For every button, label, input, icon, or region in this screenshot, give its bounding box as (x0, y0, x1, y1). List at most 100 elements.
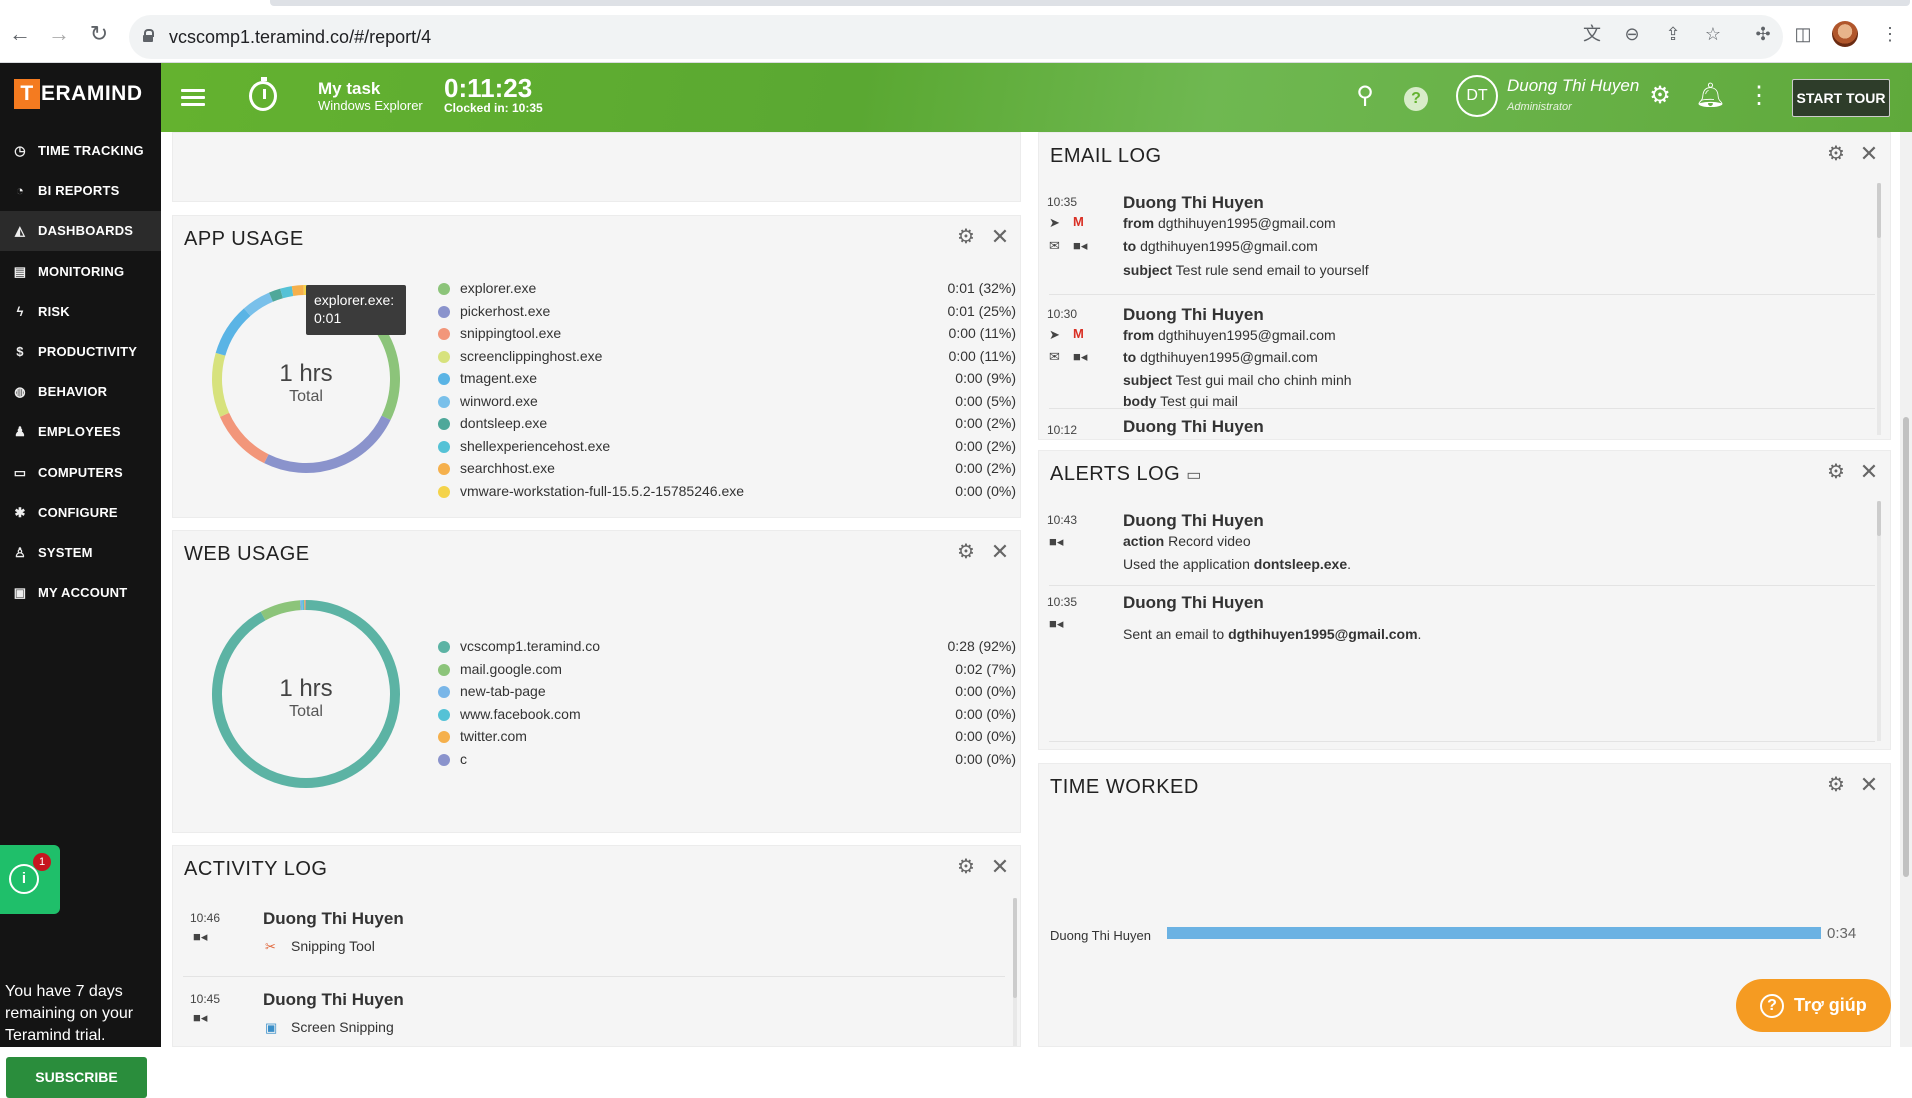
legend-item[interactable]: shellexperiencehost.exe0:00 (2%) (438, 435, 1016, 458)
address-bar[interactable]: vcscomp1.teramind.co/#/report/4 (129, 15, 1783, 59)
entry-user[interactable]: Duong Thi Huyen (1123, 193, 1264, 213)
notification-count: 1 (33, 853, 51, 871)
entry-user[interactable]: Duong Thi Huyen (263, 990, 404, 1010)
scrollbar[interactable] (1013, 898, 1017, 1047)
send-icon: ➤ (1049, 215, 1060, 231)
entry-user[interactable]: Duong Thi Huyen (1123, 593, 1264, 613)
video-icon[interactable]: ■◂ (193, 1010, 207, 1026)
video-icon[interactable]: ■◂ (193, 929, 207, 945)
tab-strip (270, 0, 1910, 6)
sidebar-item-bi-reports[interactable]: ◔BI REPORTS (0, 171, 161, 211)
sidebar-item-computers[interactable]: ▭COMPUTERS (0, 453, 161, 493)
forward-icon[interactable]: → (47, 22, 71, 46)
sidebar-item-label: RISK (38, 304, 70, 319)
legend-item[interactable]: mail.google.com0:02 (7%) (438, 658, 1016, 681)
close-icon[interactable]: ✕ (1859, 775, 1879, 795)
sidebar-item-risk[interactable]: ϟRISK (0, 292, 161, 332)
legend-item[interactable]: vcscomp1.teramind.co0:28 (92%) (438, 635, 1016, 658)
legend-value: 0:00 (0%) (955, 748, 1016, 770)
share-icon[interactable]: ⇪ (1663, 24, 1683, 44)
hamburger-menu-icon[interactable] (181, 89, 205, 107)
video-icon[interactable]: ■◂ (1049, 616, 1063, 632)
close-icon[interactable]: ✕ (990, 857, 1010, 877)
user-initials-avatar[interactable]: DT (1456, 75, 1498, 117)
bell-icon[interactable]: 🔔︎ (1695, 81, 1725, 111)
entry-user[interactable]: Duong Thi Huyen (263, 909, 404, 929)
legend-item[interactable]: searchhost.exe0:00 (2%) (438, 457, 1016, 480)
star-icon[interactable]: ☆ (1703, 24, 1723, 44)
translate-icon[interactable]: 文 (1582, 24, 1602, 44)
more-vert-icon[interactable]: ⋮ (1744, 81, 1774, 111)
trial-text: You have 7 days remaining on your Terami… (5, 981, 155, 1047)
help-icon[interactable]: ? (1401, 81, 1431, 111)
profile-avatar[interactable] (1832, 21, 1858, 47)
legend-label: pickerhost.exe (460, 300, 550, 322)
envelope-icon[interactable]: ✉ (1049, 238, 1060, 254)
sidepanel-icon[interactable]: ◫ (1793, 24, 1813, 44)
start-tour-button[interactable]: START TOUR (1792, 79, 1890, 117)
legend-item[interactable]: snippingtool.exe0:00 (11%) (438, 322, 1016, 345)
web-usage-title: WEB USAGE (184, 543, 310, 566)
pie-chart-icon: ◔ (12, 184, 28, 198)
close-icon[interactable]: ✕ (1859, 144, 1879, 164)
scrollbar[interactable] (1877, 501, 1881, 741)
timer-clock: 0:11:23 (444, 73, 532, 104)
close-icon[interactable]: ✕ (990, 227, 1010, 247)
settings-icon[interactable]: ⚙ (1645, 81, 1675, 111)
legend-item[interactable]: pickerhost.exe0:01 (25%) (438, 300, 1016, 323)
close-icon[interactable]: ✕ (1859, 462, 1879, 482)
legend-item[interactable]: www.facebook.com0:00 (0%) (438, 703, 1016, 726)
stopwatch-icon[interactable] (249, 81, 277, 111)
subscribe-button[interactable]: SUBSCRIBE (6, 1057, 147, 1098)
help-button[interactable]: ? Trợ giúp (1736, 979, 1891, 1032)
legend-item[interactable]: c0:00 (0%) (438, 748, 1016, 771)
extensions-icon[interactable]: ✣ (1753, 24, 1773, 44)
sidebar-item-productivity[interactable]: $PRODUCTIVITY (0, 332, 161, 372)
sidebar-item-dashboards[interactable]: ◭DASHBOARDS (0, 211, 161, 251)
reload-icon[interactable]: ↻ (87, 22, 111, 46)
entry-user[interactable]: Duong Thi Huyen (1123, 511, 1264, 531)
sidebar-item-time-tracking[interactable]: ◷TIME TRACKING (0, 131, 161, 171)
sidebar-item-system[interactable]: ♙SYSTEM (0, 533, 161, 573)
teramind-logo[interactable]: TERAMIND (14, 79, 143, 109)
close-icon[interactable]: ✕ (990, 542, 1010, 562)
gear-icon[interactable]: ⚙ (1826, 144, 1846, 164)
entry-user[interactable]: Duong Thi Huyen (1123, 417, 1264, 437)
gear-icon[interactable]: ⚙ (956, 542, 976, 562)
chart-bar[interactable] (1167, 927, 1821, 939)
sidebar-item-configure[interactable]: ✱CONFIGURE (0, 493, 161, 533)
legend-item[interactable]: screenclippinghost.exe0:00 (11%) (438, 345, 1016, 368)
sidebar-item-my-account[interactable]: ▣MY ACCOUNT (0, 573, 161, 613)
legend-item[interactable]: tmagent.exe0:00 (9%) (438, 367, 1016, 390)
zoom-icon[interactable]: ⊖ (1622, 24, 1642, 44)
gear-icon[interactable]: ⚙ (956, 857, 976, 877)
video-icon[interactable]: ■◂ (1073, 238, 1087, 254)
sidebar-item-behavior[interactable]: ◍BEHAVIOR (0, 372, 161, 412)
back-icon[interactable]: ← (8, 22, 32, 46)
search-icon[interactable]: ⚲ (1350, 81, 1380, 111)
entry-user[interactable]: Duong Thi Huyen (1123, 305, 1264, 325)
legend-item[interactable]: new-tab-page0:00 (0%) (438, 680, 1016, 703)
chrome-menu-icon[interactable]: ⋮ (1880, 24, 1900, 44)
url-text[interactable]: vcscomp1.teramind.co/#/report/4 (169, 27, 431, 48)
legend-item[interactable]: dontsleep.exe0:00 (2%) (438, 412, 1016, 435)
sidebar-item-label: CONFIGURE (38, 505, 118, 520)
video-icon[interactable]: ■◂ (1073, 349, 1087, 365)
gear-icon[interactable]: ⚙ (956, 227, 976, 247)
email-body: body Test gui mail (1123, 393, 1238, 409)
sidebar-item-employees[interactable]: ♟EMPLOYEES (0, 412, 161, 452)
scrollbar[interactable] (1877, 183, 1881, 435)
legend-item[interactable]: explorer.exe0:01 (32%) (438, 277, 1016, 300)
sidebar-item-monitoring[interactable]: ▤MONITORING (0, 252, 161, 292)
video-icon[interactable]: ■◂ (1049, 534, 1063, 550)
legend-item[interactable]: winword.exe0:00 (5%) (438, 390, 1016, 413)
legend-item[interactable]: vmware-workstation-full-15.5.2-15785246.… (438, 480, 1016, 503)
envelope-icon[interactable]: ✉ (1049, 349, 1060, 365)
legend-value: 0:28 (92%) (948, 635, 1016, 657)
user-name[interactable]: Duong Thi Huyen (1507, 76, 1639, 96)
legend-item[interactable]: twitter.com0:00 (0%) (438, 725, 1016, 748)
notification-button[interactable]: i 1 (0, 845, 60, 914)
gear-icon[interactable]: ⚙ (1826, 462, 1846, 482)
page-scrollbar[interactable] (1900, 132, 1912, 1047)
gear-icon[interactable]: ⚙ (1826, 775, 1846, 795)
